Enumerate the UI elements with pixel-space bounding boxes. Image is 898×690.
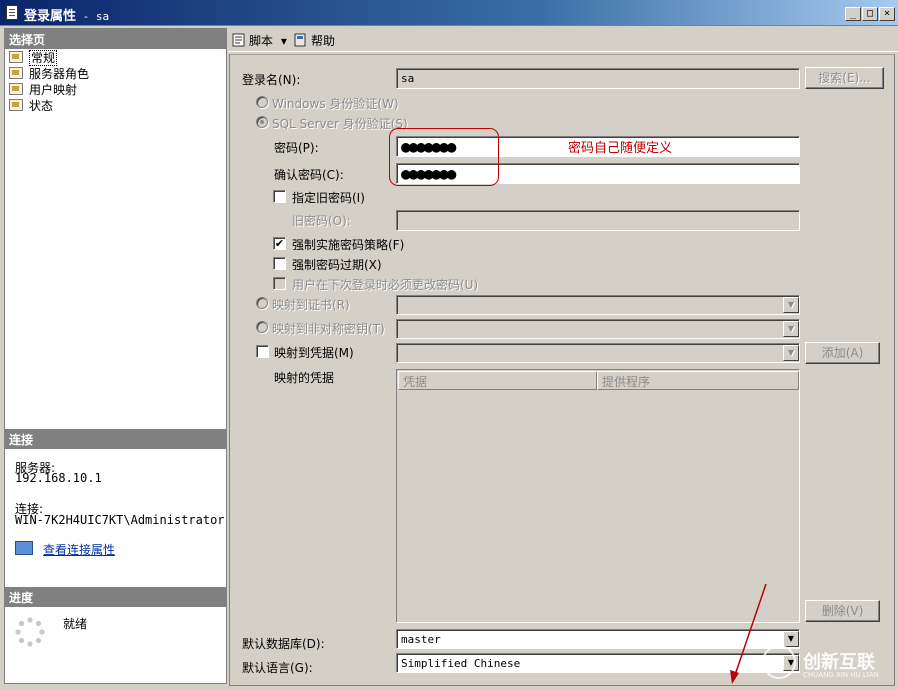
- map-asym-label: 映射到非对称密钥(T): [272, 322, 385, 336]
- nav-item-user-mapping[interactable]: 用户映射: [9, 81, 77, 97]
- map-credential-label: 映射到凭据(M): [274, 346, 354, 360]
- close-button[interactable]: ×: [879, 7, 895, 21]
- nav-item-general[interactable]: 常规: [9, 49, 58, 66]
- page-icon: [9, 99, 23, 111]
- windows-auth-label: Windows 身份验证(W): [272, 97, 399, 111]
- password-label: 密码(P):: [274, 141, 319, 155]
- remove-button[interactable]: 删除(V): [805, 600, 880, 622]
- login-name-label: 登录名(N):: [242, 73, 301, 87]
- map-cert-radio[interactable]: [256, 297, 268, 309]
- select-page-header: 选择页: [5, 29, 226, 49]
- sql-auth-radio[interactable]: [256, 116, 268, 128]
- chevron-down-icon: ▾: [280, 34, 287, 48]
- connection-header: 连接: [5, 429, 226, 449]
- default-database-arrow-icon[interactable]: ▼: [783, 631, 799, 647]
- sql-auth-label: SQL Server 身份验证(S): [272, 117, 408, 131]
- left-pane: 选择页 常规 服务器角色 用户映射 状态 连接 服务器: 192.168.10.…: [4, 28, 227, 684]
- credential-dropdown[interactable]: [396, 343, 800, 363]
- specify-old-password-checkbox[interactable]: [273, 190, 286, 203]
- map-credential-checkbox[interactable]: [256, 345, 269, 358]
- progress-spinner-icon: [15, 617, 45, 647]
- cert-dropdown-arrow-icon[interactable]: ▼: [783, 297, 799, 313]
- old-password-field[interactable]: [396, 210, 800, 231]
- default-language-label: 默认语言(G):: [242, 661, 313, 675]
- script-icon: [232, 33, 246, 47]
- progress-status: 就绪: [63, 617, 88, 631]
- add-button[interactable]: 添加(A): [805, 342, 880, 364]
- script-button[interactable]: 脚本 ▾: [232, 32, 287, 49]
- default-database-label: 默认数据库(D):: [242, 637, 325, 651]
- must-change-label: 用户在下次登录时必须更改密码(U): [292, 278, 479, 292]
- credential-dropdown-arrow-icon[interactable]: ▼: [783, 345, 799, 361]
- toolbar: 脚本 ▾ 帮助: [228, 28, 898, 52]
- enforce-policy-label: 强制实施密码策略(F): [292, 238, 405, 252]
- map-cert-label: 映射到证书(R): [272, 298, 350, 312]
- window-title: 登录属性 - sa: [24, 9, 110, 24]
- page-icon: [9, 51, 23, 63]
- watermark-logo-icon: [762, 645, 796, 679]
- column-header-provider[interactable]: 提供程序: [597, 371, 799, 390]
- help-button[interactable]: 帮助: [294, 32, 335, 49]
- login-name-field[interactable]: sa: [396, 68, 800, 89]
- enforce-expiry-checkbox[interactable]: [273, 257, 286, 270]
- help-icon: [294, 33, 308, 47]
- old-password-label: 旧密码(O):: [292, 214, 351, 228]
- minimize-button[interactable]: _: [845, 7, 861, 21]
- mapped-credentials-label: 映射的凭据: [274, 371, 335, 385]
- specify-old-password-label: 指定旧密码(I): [292, 191, 365, 205]
- must-change-checkbox[interactable]: [273, 277, 286, 290]
- windows-auth-radio[interactable]: [256, 96, 268, 108]
- title-bar[interactable]: 登录属性 - sa _ □ ×: [0, 0, 898, 26]
- enforce-expiry-label: 强制密码过期(X): [292, 258, 382, 272]
- column-header-credential[interactable]: 凭据: [398, 371, 597, 390]
- server-value: 192.168.10.1: [15, 471, 102, 485]
- map-asym-radio[interactable]: [256, 321, 268, 333]
- asym-dropdown-arrow-icon[interactable]: ▼: [783, 321, 799, 337]
- connection-value: WIN-7K2H4UIC7KT\Administrator: [15, 513, 225, 527]
- page-icon: [9, 83, 23, 95]
- nav-item-server-roles[interactable]: 服务器角色: [9, 65, 89, 81]
- annotation-highlight-box: [389, 128, 499, 186]
- enforce-policy-checkbox[interactable]: ✔: [273, 237, 286, 250]
- maximize-button[interactable]: □: [862, 7, 878, 21]
- asym-key-dropdown[interactable]: [396, 319, 800, 339]
- cert-dropdown[interactable]: [396, 295, 800, 315]
- page-icon: [9, 67, 23, 79]
- search-button[interactable]: 搜索(E)...: [805, 67, 884, 89]
- connection-properties-icon: [15, 541, 33, 555]
- view-connection-properties-link[interactable]: 查看连接属性: [43, 541, 115, 558]
- nav-item-status[interactable]: 状态: [9, 97, 53, 113]
- annotation-text: 密码自己随便定义: [568, 141, 673, 156]
- progress-header: 进度: [5, 587, 226, 607]
- app-icon: [6, 5, 18, 20]
- confirm-password-label: 确认密码(C):: [274, 168, 344, 182]
- watermark-subtext: CHUANG XIN HU LIAN: [803, 671, 879, 679]
